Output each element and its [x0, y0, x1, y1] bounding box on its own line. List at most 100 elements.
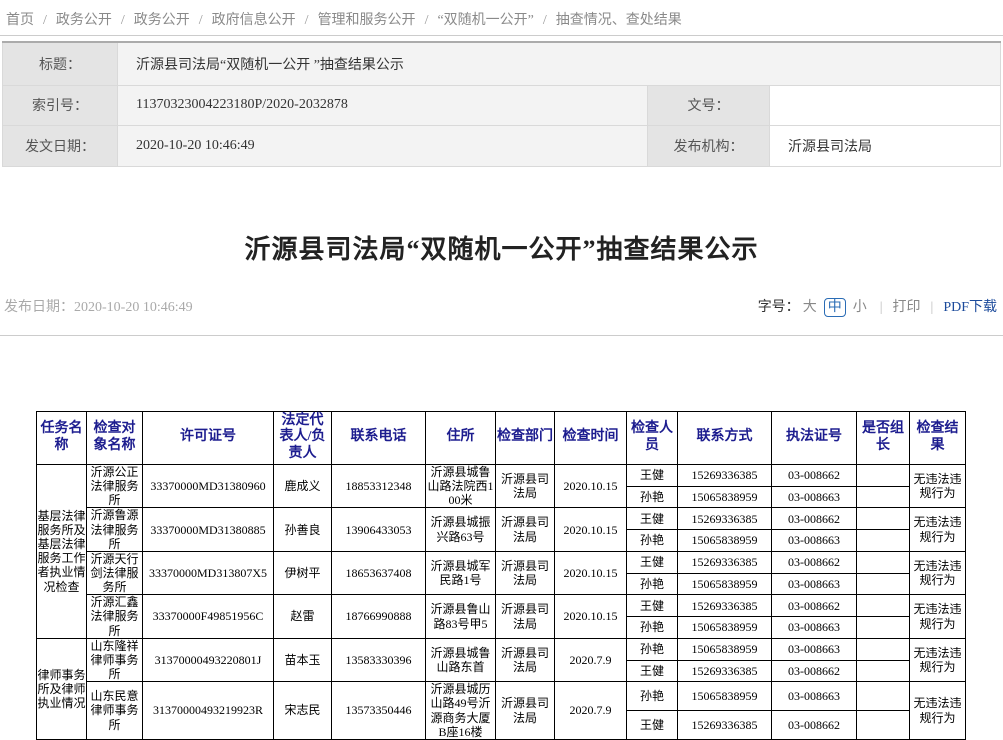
- cell-inspector-name: 王健: [627, 508, 678, 530]
- breadcrumb-separator: /: [305, 13, 309, 28]
- cell-license: 33370000MD31380885: [143, 508, 274, 551]
- breadcrumb-link[interactable]: 政务公开: [134, 13, 190, 28]
- cell-address: 沂源县城军民路1号: [426, 551, 496, 594]
- cell-address: 沂源县城历山路49号沂源商务大厦B座16楼: [426, 682, 496, 740]
- column-header: 住所: [426, 411, 496, 464]
- cell-cert-number: 03-008663: [772, 638, 857, 660]
- cell-address: 沂源县鲁山路83号甲5: [426, 595, 496, 638]
- pdf-download-link[interactable]: PDF下载: [943, 300, 997, 315]
- font-size-large-button[interactable]: 大: [803, 300, 817, 315]
- cell-inspector-contact: 15065838959: [678, 638, 772, 660]
- column-header: 检查时间: [555, 411, 627, 464]
- cell-address: 沂源县城鲁山路东首: [426, 638, 496, 681]
- divider: |: [931, 300, 934, 315]
- column-header: 检查对象名称: [87, 411, 143, 464]
- column-header: 检查部门: [496, 411, 555, 464]
- cell-inspector-name: 王健: [627, 660, 678, 682]
- cell-inspector-contact: 15065838959: [678, 486, 772, 508]
- cell-cert-number: 03-008663: [772, 617, 857, 639]
- cell-is-leader: [857, 486, 910, 508]
- cell-address: 沂源县城振兴路63号: [426, 508, 496, 551]
- publish-date-value: 2020-10-20 10:46:49: [74, 300, 193, 315]
- breadcrumb-link[interactable]: “双随机一公开”: [437, 13, 533, 28]
- column-header: 法定代表人/负责人: [274, 411, 332, 464]
- divider: |: [880, 300, 883, 315]
- font-size-small-button[interactable]: 小: [853, 300, 867, 315]
- cell-inspector-name: 孙艳: [627, 682, 678, 711]
- article-tools: 字号：大中小|打印|PDF下载: [758, 296, 997, 316]
- inspection-table-body: 基层法律服务所及基层法律服务工作者执业情况检查沂源公正法律服务所33370000…: [37, 464, 966, 739]
- table-row: 基层法律服务所及基层法律服务工作者执业情况检查沂源公正法律服务所33370000…: [37, 464, 966, 486]
- cell-is-leader: [857, 573, 910, 595]
- column-header: 许可证号: [143, 411, 274, 464]
- cell-cert-number: 03-008662: [772, 660, 857, 682]
- inspection-table-header-row: 任务名称检查对象名称许可证号法定代表人/负责人联系电话住所检查部门检查时间检查人…: [37, 411, 966, 464]
- breadcrumb-link[interactable]: 管理和服务公开: [318, 13, 416, 28]
- breadcrumb-separator: /: [543, 13, 547, 28]
- cell-license: 31370000493220801J: [143, 638, 274, 681]
- cell-inspector-contact: 15269336385: [678, 551, 772, 573]
- cell-department: 沂源县司法局: [496, 508, 555, 551]
- cell-is-leader: [857, 464, 910, 486]
- column-header: 检查人员: [627, 411, 678, 464]
- breadcrumb-link[interactable]: 抽查情况、查处结果: [556, 13, 682, 28]
- meta-index-label: 索引号：: [3, 85, 118, 125]
- cell-inspector-name: 孙艳: [627, 486, 678, 508]
- divider-line: [0, 335, 1003, 336]
- cell-inspector-contact: 15269336385: [678, 508, 772, 530]
- cell-firm-name: 沂源公正法律服务所: [87, 464, 143, 507]
- column-header: 联系方式: [678, 411, 772, 464]
- cell-result: 无违法违规行为: [910, 682, 966, 740]
- cell-cert-number: 03-008663: [772, 530, 857, 552]
- cell-license: 33370000F49851956C: [143, 595, 274, 638]
- cell-date: 2020.10.15: [555, 595, 627, 638]
- cell-cert-number: 03-008663: [772, 486, 857, 508]
- breadcrumb-separator: /: [199, 13, 203, 28]
- table-row: 沂源鲁源法律服务所33370000MD31380885孙善良1390643305…: [37, 508, 966, 530]
- cell-firm-name: 沂源鲁源法律服务所: [87, 508, 143, 551]
- breadcrumb-link[interactable]: 政务公开: [56, 13, 112, 28]
- cell-result: 无违法违规行为: [910, 508, 966, 551]
- meta-org-value: 沂源县司法局: [770, 125, 1001, 166]
- cell-date: 2020.10.15: [555, 464, 627, 507]
- table-row: 山东民意律师事务所31370000493219923R宋志民1357335044…: [37, 682, 966, 711]
- cell-is-leader: [857, 530, 910, 552]
- cell-inspector-name: 孙艳: [627, 617, 678, 639]
- cell-is-leader: [857, 551, 910, 573]
- breadcrumb-link[interactable]: 政府信息公开: [212, 13, 296, 28]
- table-row: 律师事务所及律师执业情况山东隆祥律师事务所31370000493220801J苗…: [37, 638, 966, 660]
- cell-department: 沂源县司法局: [496, 595, 555, 638]
- breadcrumb-link[interactable]: 首页: [6, 13, 34, 28]
- column-header: 执法证号: [772, 411, 857, 464]
- cell-inspector-name: 孙艳: [627, 530, 678, 552]
- cell-is-leader: [857, 711, 910, 740]
- cell-department: 沂源县司法局: [496, 682, 555, 740]
- cell-representative: 宋志民: [274, 682, 332, 740]
- cell-inspector-name: 孙艳: [627, 638, 678, 660]
- column-header: 是否组长: [857, 411, 910, 464]
- table-row: 沂源天行剑法律服务所33370000MD313807X5伊树平186536374…: [37, 551, 966, 573]
- cell-phone: 13906433053: [332, 508, 426, 551]
- document-meta-table: 标题： 沂源县司法局“双随机一公开 ”抽查结果公示 索引号： 113703230…: [2, 41, 1001, 167]
- cell-is-leader: [857, 595, 910, 617]
- cell-cert-number: 03-008662: [772, 711, 857, 740]
- page-title: 沂源县司法局“双随机一公开”抽查结果公示: [10, 229, 993, 266]
- cell-cert-number: 03-008662: [772, 551, 857, 573]
- cell-representative: 孙善良: [274, 508, 332, 551]
- cell-cert-number: 03-008662: [772, 508, 857, 530]
- cell-is-leader: [857, 617, 910, 639]
- cell-representative: 赵雷: [274, 595, 332, 638]
- cell-date: 2020.10.15: [555, 551, 627, 594]
- meta-date-value: 2020-10-20 10:46:49: [118, 125, 648, 166]
- meta-docnum-label: 文号：: [648, 85, 770, 125]
- cell-task-name: 基层法律服务所及基层法律服务工作者执业情况检查: [37, 464, 87, 638]
- font-size-medium-button[interactable]: 中: [824, 298, 846, 317]
- cell-license: 33370000MD31380960: [143, 464, 274, 507]
- cell-license: 31370000493219923R: [143, 682, 274, 740]
- print-button[interactable]: 打印: [893, 300, 921, 315]
- cell-phone: 18853312348: [332, 464, 426, 507]
- cell-date: 2020.7.9: [555, 682, 627, 740]
- meta-docnum-value: [770, 85, 1001, 125]
- cell-is-leader: [857, 638, 910, 660]
- publish-date: 发布日期：2020-10-20 10:46:49: [4, 296, 193, 316]
